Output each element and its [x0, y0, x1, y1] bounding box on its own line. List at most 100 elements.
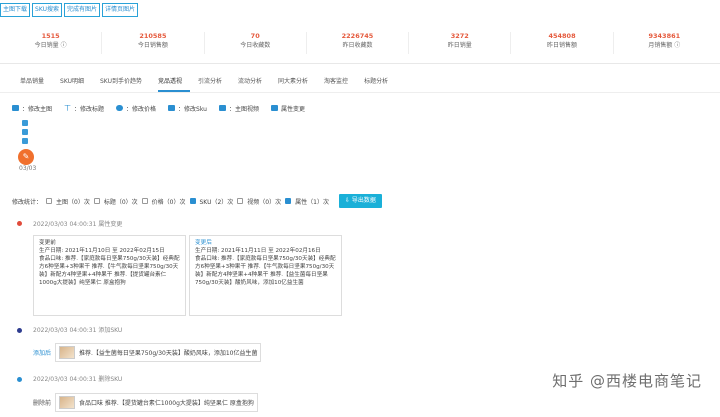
filter-item-label: 标题（0）次	[103, 198, 138, 206]
stat-label: 昨日销量	[447, 42, 472, 49]
sku-marker-icon[interactable]	[22, 120, 28, 126]
stat-value: 454808	[548, 32, 576, 40]
stat-yesterday-favorites: 2226745 昨日收藏数	[307, 32, 410, 54]
stat-value: 9343861	[648, 32, 681, 40]
stat-value: 1515	[41, 32, 60, 40]
stat-label: 昨日收藏数	[342, 42, 373, 49]
page: 主图下载 SKU搜索 完成有图片 详情页图片 1515 今日销量 ⓘ 210585…	[0, 0, 720, 417]
stat-yesterday-sales: 3272 昨日销量	[409, 32, 512, 54]
delete-label: 删除前	[33, 400, 52, 407]
legend-label: ：主图视频	[228, 105, 259, 113]
filter-item-label: 属性（1）次	[295, 198, 329, 206]
checkbox-sku[interactable]	[189, 198, 196, 204]
delete-sku-row: 删除前 食品口味 推荐.【提货罐台素仁1000g大提装】纯坚果仁 原盒抱狗	[33, 393, 258, 412]
title-icon: ㄒ	[64, 104, 72, 112]
legend-label: ：修改价格	[126, 105, 157, 113]
legend-label: ：修改标题	[74, 105, 105, 113]
card-title: 变更后	[195, 240, 212, 246]
stat-month-revenue: 9343861 月销售额 ⓘ	[614, 32, 715, 54]
card-body: 食品口味: 推荐.【家庭款每日坚果750g/30天装】经典配方6种坚果+3种果干…	[39, 256, 180, 286]
sku-text: 推荐.【益生菌每日坚果750g/30天装】酸奶风味，添加10亿益生菌	[79, 350, 258, 357]
divider	[0, 92, 720, 93]
card-title: 变更前	[39, 240, 56, 246]
sku-marker-icon[interactable]	[22, 129, 28, 135]
export-label: 导出数据	[351, 197, 376, 204]
legend-video: ：主图视频	[218, 104, 259, 113]
add-sku-row: 添加后 推荐.【益生菌每日坚果750g/30天装】酸奶风味，添加10亿益生菌	[33, 343, 262, 362]
timeline-date: 03/03	[19, 165, 37, 172]
event-dot	[17, 221, 22, 226]
checkbox-title[interactable]	[93, 198, 100, 204]
export-button[interactable]: ⇩ 导出数据	[338, 194, 382, 208]
watermark: 知乎 @西楼电商笔记	[552, 372, 702, 390]
legend-title: ㄒ：修改标题	[64, 103, 104, 113]
card-date: 生产日期: 2021年11月11日 至 2022年02月16日	[195, 248, 321, 254]
stats-bar: 1515 今日销量 ⓘ 210585 今日销售额 70 今日收藏数 2226745 昨日…	[0, 32, 715, 54]
attribute-icon	[270, 105, 278, 111]
pencil-icon[interactable]: ✎	[18, 149, 34, 165]
detail-image-button[interactable]: 详情页图片	[102, 3, 139, 17]
sku-chip: 食品口味 推荐.【提货罐台素仁1000g大提装】纯坚果仁 原盒抱狗	[55, 393, 258, 412]
tab-bar: 单品销量 SKU明细 SKU到手价趋势 竞品透视 引流分析 流动分析 同大素分析…	[20, 78, 404, 92]
tab-competitor-view[interactable]: 竞品透视	[157, 78, 190, 92]
stat-value: 3272	[450, 32, 469, 40]
event-time: 2022/03/03 04:00:31 添加SKU	[33, 327, 123, 334]
tab-title-analysis[interactable]: 标题分析	[364, 78, 396, 92]
with-image-button[interactable]: 完成有图片	[64, 3, 101, 17]
change-legend: ：修改主图 ㄒ：修改标题 ：修改价格 ：修改Sku ：主图视频 属性变更	[12, 103, 305, 113]
video-icon	[218, 105, 226, 111]
change-filter: 修改统计： 主图（0）次 标题（0）次 价格（0）次 SKU（2）次 视频（0）…	[12, 194, 382, 208]
sku-search-button[interactable]: SKU搜索	[32, 3, 62, 17]
filter-item-label: 视频（0）次	[247, 198, 282, 206]
card-body: 食品口味: 推荐.【家庭款每日坚果750g/30天装】经典配方6种坚果+3种果干…	[195, 256, 336, 286]
checkbox-video[interactable]	[237, 198, 244, 204]
tab-peer-analysis[interactable]: 同大素分析	[278, 78, 316, 92]
legend-main-image: ：修改主图	[12, 104, 52, 113]
legend-price: ：修改价格	[116, 104, 156, 113]
price-icon	[116, 105, 124, 111]
product-thumbnail	[59, 396, 76, 409]
attribute-marker-icon[interactable]	[22, 138, 28, 144]
card-before: 变更前 生产日期: 2021年11月10日 至 2022年02月15日 食品口味…	[33, 235, 186, 316]
sku-chip: 推荐.【益生菌每日坚果750g/30天装】酸奶风味，添加10亿益生菌	[55, 343, 262, 362]
tab-sku-detail[interactable]: SKU明细	[60, 78, 92, 92]
legend-label: 属性变更	[280, 105, 305, 113]
image-icon	[12, 105, 19, 111]
tab-flow-analysis[interactable]: 流动分析	[238, 78, 270, 92]
sku-icon	[168, 105, 176, 111]
event-dot	[17, 328, 22, 333]
add-label: 添加后	[33, 350, 52, 357]
download-main-image-button[interactable]: 主图下载	[0, 3, 31, 17]
checkbox-main-image[interactable]	[46, 198, 53, 204]
tab-traffic-analysis[interactable]: 引流分析	[198, 78, 230, 92]
stat-label: 今日销售额	[137, 42, 168, 49]
stat-label: 今日销量 ⓘ	[34, 42, 67, 49]
stat-value: 70	[250, 32, 260, 40]
top-button-bar: 主图下载 SKU搜索 完成有图片 详情页图片	[0, 3, 139, 17]
divider	[0, 63, 720, 64]
legend-sku: ：修改Sku	[168, 104, 207, 113]
tab-sku-price-trend[interactable]: SKU到手价趋势	[100, 78, 150, 92]
checkbox-price[interactable]	[141, 198, 148, 204]
tab-single-sales[interactable]: 单品销量	[20, 78, 52, 92]
filter-item-label: 主图（0）次	[56, 198, 90, 206]
filter-label: 修改统计：	[12, 198, 43, 206]
card-date: 生产日期: 2021年11月10日 至 2022年02月15日	[39, 248, 165, 254]
product-thumbnail	[59, 346, 76, 359]
sku-text: 食品口味 推荐.【提货罐台素仁1000g大提装】纯坚果仁 原盒抱狗	[79, 400, 254, 407]
event-time: 2022/03/03 04:00:31 属性变更	[33, 221, 123, 228]
tab-taoke-monitor[interactable]: 淘客监控	[324, 78, 356, 92]
stat-today-sales: 1515 今日销量 ⓘ	[0, 32, 103, 54]
legend-label: ：修改Sku	[178, 105, 207, 113]
event-time: 2022/03/03 04:00:31 删除SKU	[33, 376, 123, 383]
checkbox-attribute[interactable]	[285, 198, 292, 204]
stat-today-favorites: 70 今日收藏数	[205, 32, 307, 54]
legend-label: ：修改主图	[22, 105, 53, 113]
filter-item-label: 价格（0）次	[151, 198, 186, 206]
stat-today-revenue: 210585 今日销售额	[102, 32, 205, 54]
export-icon: ⇩	[344, 197, 352, 204]
stat-label: 月销售额 ⓘ	[648, 42, 681, 49]
filter-item-label: SKU（2）次	[199, 198, 234, 206]
legend-attribute: 属性变更	[270, 104, 305, 113]
stat-value: 210585	[139, 32, 167, 40]
